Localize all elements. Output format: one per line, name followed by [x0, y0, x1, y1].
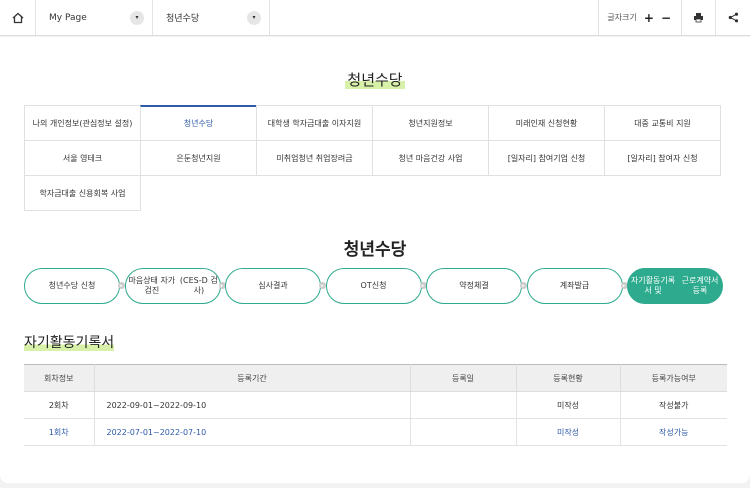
process-step[interactable]: 약정체결 [426, 268, 522, 304]
process-step[interactable]: OT신청 [325, 268, 422, 304]
table-row[interactable]: 2회차 2022-09-01~2022-09-10 미작성 작성불가 [24, 391, 727, 419]
breadcrumb-label: My Page [49, 12, 87, 23]
main-content: 청년수당 나의 개인정보(관심정보 설정) 청년수당 대학생 학자금대출 이자지원 청… [0, 37, 750, 483]
step-arrow-icon: ▸ [319, 282, 326, 289]
table-cell-status: 미작성 [516, 391, 621, 419]
table-cell-date [410, 391, 517, 419]
breadcrumb-dropdown-mypage[interactable]: My Page ▾ [36, 0, 153, 35]
step-arrow-icon: ▸ [118, 282, 125, 289]
records-table: 회차정보 등록기간 등록일 등록현황 등록가능여부 2회차 2022-09-01~2022… [24, 364, 727, 446]
top-bar: My Page ▾ 청년수당 ▾ 글자크기 + − [0, 0, 750, 36]
process-steps: 청년수당 신청 ▸ 마음상태 자가검진 (CES-D 검사) ▸ 심사결과 ▸ OT신청 ▸ 약정… [24, 268, 724, 304]
chevron-down-icon: ▾ [247, 10, 261, 25]
menu-item[interactable]: 미래인재 신청현황 [488, 105, 605, 141]
table-cell-available[interactable]: 작성가능 [620, 418, 727, 446]
print-icon [694, 13, 703, 23]
table-cell-round: 2회차 [24, 391, 95, 419]
menu-item[interactable]: 서울 영테크 [24, 140, 141, 176]
table-header-cell: 회차정보 [24, 364, 95, 392]
process-step[interactable]: 계좌발급 [526, 268, 623, 304]
home-icon [12, 12, 23, 23]
table-cell-date [410, 418, 517, 446]
table-cell-status: 미작성 [516, 418, 621, 446]
table-cell-round: 1회차 [24, 418, 95, 446]
font-increase-button[interactable]: + [644, 11, 654, 25]
table-cell-period: 2022-07-01~2022-07-10 [94, 418, 411, 446]
share-button[interactable] [716, 0, 750, 35]
table-header-cell: 등록일 [410, 364, 517, 392]
process-step[interactable]: 자기활동기록서 및 근로계약서 등록 [627, 268, 723, 304]
process-step-label: 약정체결 [459, 281, 489, 290]
process-step-label: OT신청 [360, 281, 387, 290]
section-title: 청년수당 [343, 240, 407, 260]
table-row[interactable]: 1회차 2022-07-01~2022-07-10 미작성 작성가능 [24, 418, 727, 446]
process-step-label: 계좌발급 [559, 281, 590, 290]
share-icon [728, 12, 738, 23]
chevron-down-icon: ▾ [130, 10, 144, 25]
step-arrow-icon: ▸ [520, 282, 527, 289]
breadcrumb-dropdown-youth[interactable]: 청년수당 ▾ [153, 0, 270, 35]
process-step-label: 자기활동기록서 및 [630, 276, 676, 295]
home-button[interactable] [0, 0, 36, 35]
menu-item[interactable]: 나의 개인정보(관심정보 설정) [24, 105, 141, 141]
menu-item[interactable]: 미취업청년 취업장려금 [256, 140, 373, 176]
font-size-label: 글자크기 [607, 13, 637, 22]
process-step-label: 청년수당 신청 [48, 281, 96, 290]
process-step[interactable]: 청년수당 신청 [24, 268, 120, 304]
menu-item[interactable]: [일자리] 참여자 신청 [604, 140, 721, 176]
process-step-label: 근로계약서 등록 [681, 276, 719, 295]
menu-item[interactable]: 청년수당 [140, 105, 257, 141]
table-header-row: 회차정보 등록기간 등록일 등록현황 등록가능여부 [24, 364, 727, 392]
table-header-cell: 등록기간 [94, 364, 411, 392]
page-title: 청년수당 [345, 71, 405, 89]
print-button[interactable] [682, 0, 716, 35]
menu-item[interactable]: [일자리] 참여기업 신청 [488, 140, 605, 176]
font-decrease-button[interactable]: − [661, 11, 671, 25]
process-step[interactable]: 심사결과 [225, 268, 321, 304]
menu-item[interactable]: 대학생 학자금대출 이자지원 [256, 105, 373, 141]
menu-item[interactable]: 대중 교통비 지원 [604, 105, 721, 141]
sub-menu: 나의 개인정보(관심정보 설정) 청년수당 대학생 학자금대출 이자지원 청년지원정보… [24, 105, 721, 211]
process-step-label: (CES-D 검사) [179, 276, 218, 295]
topbar-spacer [270, 0, 600, 35]
table-header-cell: 등록가능여부 [620, 364, 727, 392]
table-header-cell: 등록현황 [516, 364, 621, 392]
menu-item[interactable]: 청년 마음건강 사업 [372, 140, 489, 176]
menu-item[interactable]: 학자금대출 신용회복 사업 [24, 175, 141, 211]
breadcrumb-label: 청년수당 [166, 14, 200, 24]
table-cell-period: 2022-09-01~2022-09-10 [94, 391, 411, 419]
menu-item[interactable]: 청년지원정보 [372, 105, 489, 141]
process-step-label: 마음상태 자가검진 [128, 276, 176, 295]
process-step[interactable]: 마음상태 자가검진 (CES-D 검사) [124, 268, 221, 304]
menu-item[interactable]: 은둔청년지원 [140, 140, 257, 176]
font-size-control: 글자크기 + − [599, 0, 682, 35]
process-step-label: 심사결과 [258, 281, 288, 290]
records-title: 자기활동기록서 [24, 335, 115, 351]
table-cell-available[interactable]: 작성불가 [620, 391, 727, 419]
